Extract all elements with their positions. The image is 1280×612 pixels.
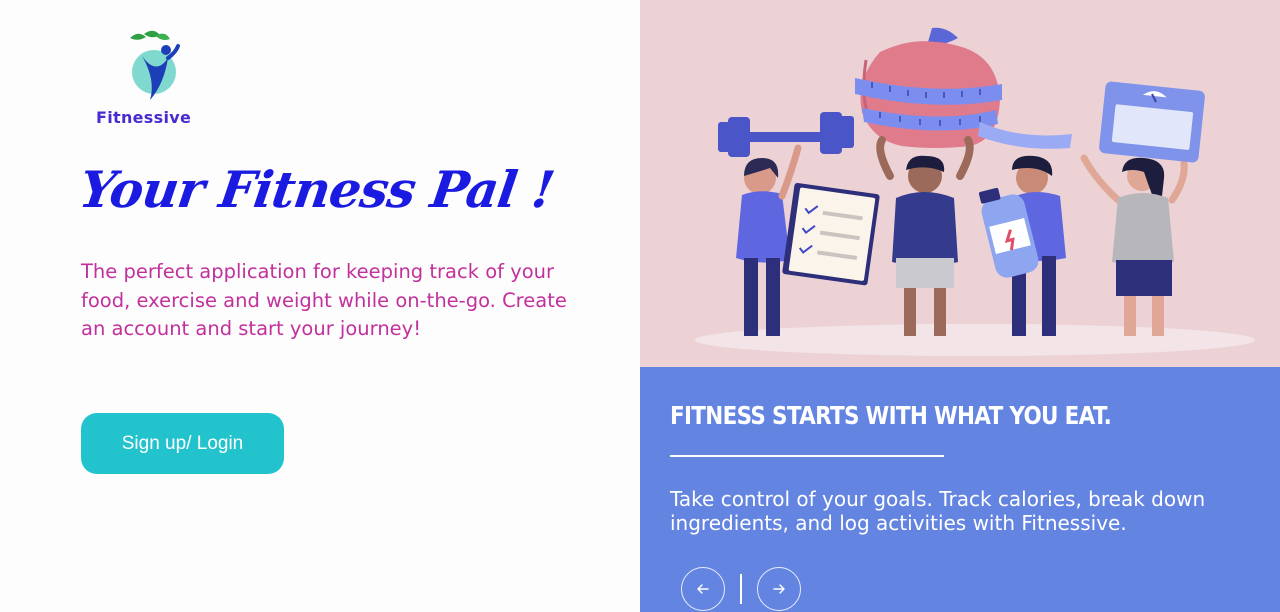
brand-logo[interactable]: Fitnessive (94, 28, 214, 133)
right-section: FITNESS STARTS WITH WHAT YOU EAT. Take c… (640, 0, 1280, 612)
nav-separator (740, 574, 742, 604)
next-slide-button[interactable] (757, 567, 801, 611)
arrow-right-icon (773, 584, 785, 594)
left-section: Fitnessive Your Fitness Pal ! The perfec… (0, 0, 640, 612)
previous-slide-button[interactable] (681, 567, 725, 611)
arrow-left-icon (697, 584, 709, 594)
hero-illustration (640, 0, 1280, 367)
page-headline: Your Fitness Pal ! (75, 160, 558, 219)
brand-name: Fitnessive (96, 108, 192, 127)
runner-leaf-logo-icon (130, 30, 180, 100)
info-panel: FITNESS STARTS WITH WHAT YOU EAT. Take c… (640, 367, 1280, 612)
panel-title: FITNESS STARTS WITH WHAT YOU EAT. (670, 401, 1112, 430)
intro-text: The perfect application for keeping trac… (81, 260, 567, 340)
title-divider (670, 455, 944, 457)
fitness-group-illustration (695, 27, 1255, 356)
panel-text: Take control of your goals. Track calori… (670, 487, 1206, 535)
signup-login-button[interactable]: Sign up/ Login (81, 413, 284, 474)
